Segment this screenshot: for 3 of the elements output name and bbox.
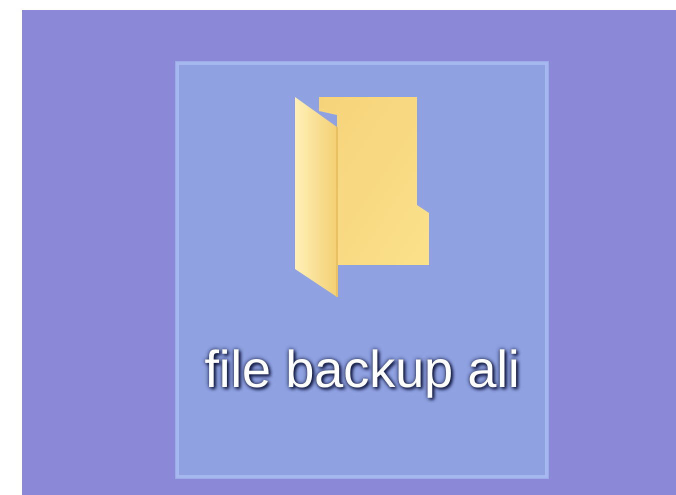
folder-label: file backup ali (203, 340, 521, 401)
folder-icon (295, 97, 429, 297)
desktop-folder[interactable]: file backup ali (176, 62, 548, 478)
